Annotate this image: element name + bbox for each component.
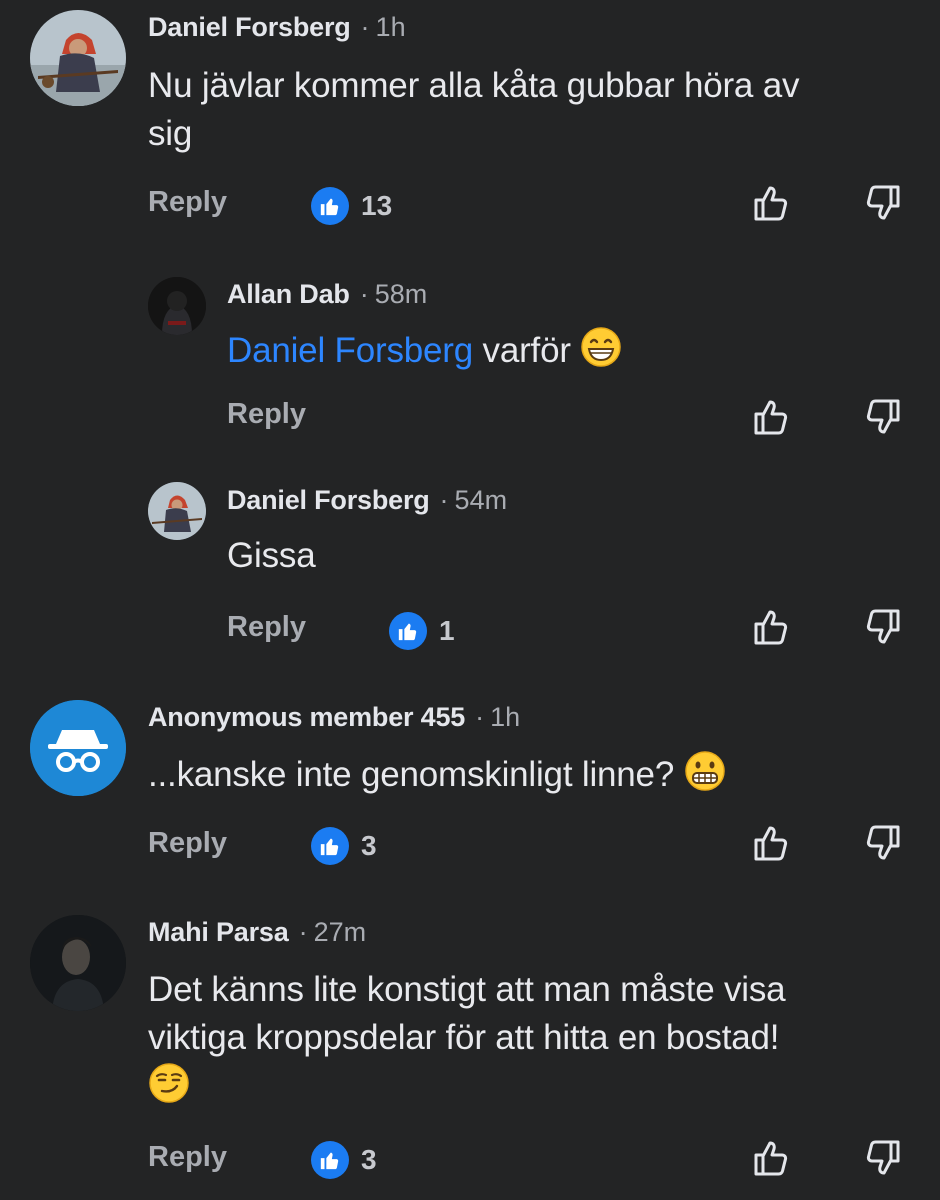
upvote-button[interactable]: [750, 821, 794, 865]
like-count: 3: [361, 830, 377, 861]
comment-meta: Daniel Forsberg · 1h: [148, 12, 406, 43]
reply-comment: Allan Dab · 58m Daniel Forsberg varför Rep…: [0, 265, 940, 455]
separator: ·: [298, 917, 308, 947]
hooded-figure-avatar-image: [148, 277, 206, 335]
downvote-button[interactable]: [860, 821, 904, 865]
reply-button[interactable]: Reply: [227, 611, 306, 644]
comment: Anonymous member 455 · 1h ...kanske inte g…: [0, 690, 940, 890]
comment-text-line: Nu jävlar kommer alla kåta gubbar höra a…: [148, 66, 800, 105]
thumbs-up-outline-icon: [754, 400, 788, 435]
upvote-button[interactable]: [750, 395, 794, 439]
separator: ·: [359, 279, 369, 309]
comment-meta: Allan Dab · 58m: [227, 279, 427, 310]
comment: Daniel Forsberg · 1h Nu jävlar kommer alla…: [0, 0, 940, 250]
upvote-button[interactable]: [750, 605, 794, 649]
thumbs-down-outline-icon: [866, 609, 900, 644]
reply-button[interactable]: Reply: [148, 827, 227, 860]
author-name[interactable]: Mahi Parsa: [148, 917, 289, 947]
reply-button[interactable]: Reply: [148, 1141, 227, 1174]
comment-text: ...kanske inte genomskinligt linne?: [148, 750, 726, 799]
thumbs-down-outline-icon: [866, 825, 900, 860]
witch-avatar-image: [30, 10, 126, 106]
witch-avatar-image: [148, 482, 206, 540]
timestamp[interactable]: 27m: [314, 917, 367, 947]
reply-button[interactable]: Reply: [148, 186, 227, 219]
comment: Mahi Parsa · 27m Det känns lite konstigt a…: [0, 905, 940, 1200]
timestamp[interactable]: 54m: [455, 485, 508, 515]
emoji-line: [148, 1062, 785, 1110]
beaming-face-emoji: [580, 326, 622, 368]
like-count: 1: [439, 615, 455, 646]
downvote-button[interactable]: [860, 1136, 904, 1180]
downvote-button[interactable]: [860, 605, 904, 649]
thumbs-up-outline-icon: [754, 826, 788, 861]
reaction-summary[interactable]: 13: [311, 186, 392, 226]
separator: ·: [475, 702, 485, 732]
author-name[interactable]: Daniel Forsberg: [227, 485, 430, 515]
like-count: 3: [361, 1144, 377, 1175]
thumbs-up-icon: [311, 1141, 349, 1179]
reaction-summary[interactable]: 3: [311, 826, 377, 866]
author-name[interactable]: Allan Dab: [227, 279, 350, 309]
thumbs-up-outline-icon: [754, 610, 788, 645]
avatar[interactable]: [148, 482, 206, 540]
comment-text-line: Det känns lite konstigt att man måste vi…: [148, 970, 786, 1009]
upvote-button[interactable]: [750, 181, 794, 225]
avatar[interactable]: [30, 915, 126, 1011]
timestamp[interactable]: 1h: [376, 12, 406, 42]
like-count: 13: [361, 190, 393, 221]
anonymous-avatar[interactable]: [30, 700, 126, 796]
reaction-summary[interactable]: 1: [389, 611, 455, 651]
thumbs-up-icon: [311, 827, 349, 865]
reply-comment: Daniel Forsberg · 54m Gissa Reply 1: [0, 470, 940, 670]
thumbs-up-icon: [311, 187, 349, 225]
avatar[interactable]: [148, 277, 206, 335]
thumbs-down-outline-icon: [866, 1140, 900, 1175]
comment-text: Det känns lite konstigt att man måste vi…: [148, 966, 786, 1110]
thumbs-down-outline-icon: [866, 185, 900, 220]
smirking-face-emoji: [148, 1062, 190, 1104]
thumbs-up-outline-icon: [754, 1141, 788, 1176]
reply-button[interactable]: Reply: [227, 398, 306, 431]
comment-meta: Anonymous member 455 · 1h: [148, 702, 520, 733]
thumbs-up-outline-icon: [754, 186, 788, 221]
comment-text-content: varför: [482, 331, 571, 370]
incognito-icon: [30, 700, 126, 796]
timestamp[interactable]: 1h: [490, 702, 520, 732]
portrait-avatar-image: [30, 915, 126, 1011]
comment-text-line: sig: [148, 114, 193, 153]
timestamp[interactable]: 58m: [375, 279, 428, 309]
avatar[interactable]: [30, 10, 126, 106]
reaction-summary[interactable]: 3: [311, 1140, 377, 1180]
comment-meta: Mahi Parsa · 27m: [148, 917, 366, 948]
grimacing-face-emoji: [684, 750, 726, 792]
comment-text-line: viktiga kroppsdelar för att hitta en bos…: [148, 1018, 780, 1057]
author-name[interactable]: Daniel Forsberg: [148, 12, 351, 42]
author-name[interactable]: Anonymous member 455: [148, 702, 465, 732]
comment-text: Gissa: [227, 536, 316, 575]
separator: ·: [439, 485, 449, 515]
comment-text: Nu jävlar kommer alla kåta gubbar höra a…: [148, 62, 799, 158]
thumbs-down-outline-icon: [866, 399, 900, 434]
thumbs-up-icon: [389, 612, 427, 650]
comment-text-content: ...kanske inte genomskinligt linne?: [148, 755, 675, 794]
comment-text: Daniel Forsberg varför: [227, 326, 622, 375]
downvote-button[interactable]: [860, 395, 904, 439]
separator: ·: [360, 12, 370, 42]
downvote-button[interactable]: [860, 181, 904, 225]
upvote-button[interactable]: [750, 1136, 794, 1180]
comment-meta: Daniel Forsberg · 54m: [227, 485, 507, 516]
mention-link[interactable]: Daniel Forsberg: [227, 331, 473, 370]
